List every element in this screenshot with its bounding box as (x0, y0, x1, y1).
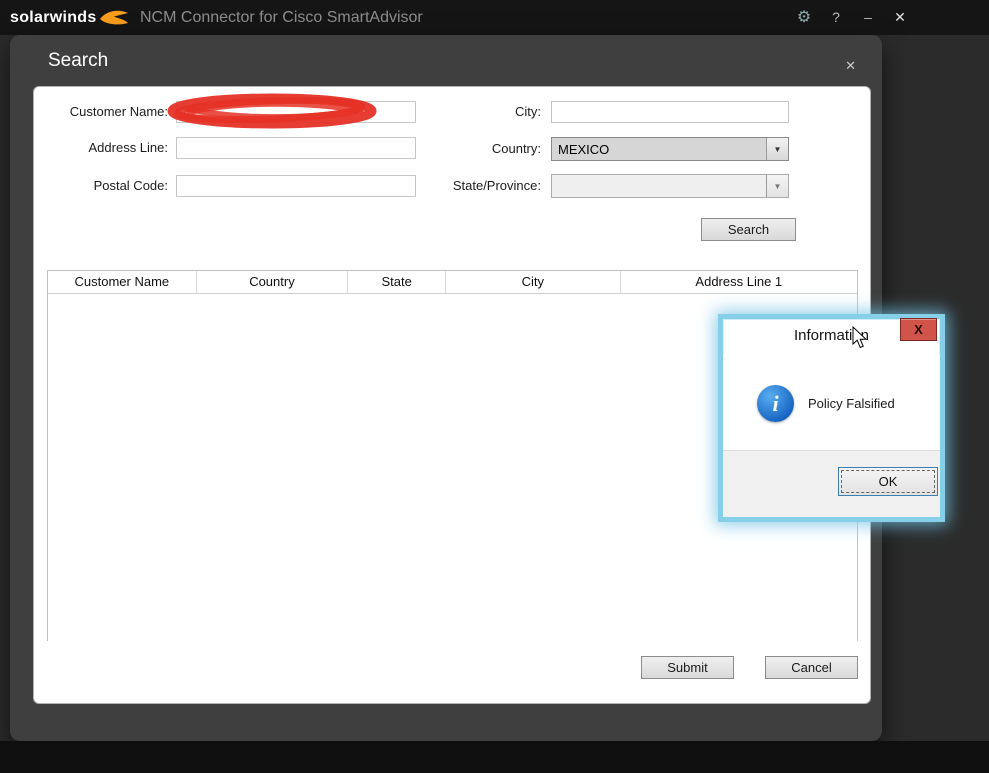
search-window-close-icon[interactable]: ✕ (845, 58, 856, 74)
state-province-dropdown[interactable]: ▼ (551, 174, 789, 198)
submit-button[interactable]: Submit (641, 656, 734, 679)
cancel-button[interactable]: Cancel (765, 656, 858, 679)
column-header-customer-name[interactable]: Customer Name (48, 271, 197, 293)
information-dialog-button-bar: OK (723, 450, 940, 517)
information-dialog: Information X i Policy Falsified OK (718, 314, 945, 522)
column-header-address-line-1[interactable]: Address Line 1 (621, 271, 857, 293)
column-header-state[interactable]: State (348, 271, 447, 293)
info-icon: i (757, 385, 794, 422)
results-table-header: Customer Name Country State City Address… (48, 271, 857, 294)
information-dialog-body: i Policy Falsified (723, 355, 940, 460)
window-controls: ⚙ ? – ✕ (795, 6, 909, 28)
information-dialog-message: Policy Falsified (808, 396, 895, 411)
close-icon[interactable]: ✕ (891, 9, 909, 26)
app-title: NCM Connector for Cisco SmartAdvisor (140, 9, 423, 26)
bottom-strip (0, 741, 989, 773)
country-dropdown[interactable]: MEXICO ▼ (551, 137, 789, 161)
city-label: City: (515, 104, 541, 119)
solarwinds-logo-text: solarwinds (10, 9, 97, 26)
address-line-label: Address Line: (88, 140, 169, 155)
postal-code-label: Postal Code: (93, 178, 168, 193)
country-dropdown-value: MEXICO (558, 141, 610, 157)
search-button[interactable]: Search (701, 218, 796, 241)
information-dialog-close-button[interactable]: X (900, 318, 937, 341)
solarwinds-swoosh-icon (99, 10, 128, 25)
column-header-country[interactable]: Country (197, 271, 349, 293)
column-header-city[interactable]: City (446, 271, 621, 293)
ok-button[interactable]: OK (838, 467, 938, 496)
state-province-label: State/Province: (452, 178, 541, 193)
country-label: Country: (491, 141, 541, 156)
desktop: solarwinds NCM Connector for Cisco Smart… (0, 0, 989, 773)
country-dropdown-arrow-icon[interactable]: ▼ (766, 138, 788, 160)
city-input[interactable] (551, 101, 789, 123)
gear-icon[interactable]: ⚙ (795, 7, 813, 27)
state-province-dropdown-arrow-icon[interactable]: ▼ (766, 175, 788, 197)
solarwinds-logo: solarwinds (10, 8, 129, 28)
customer-name-label: Customer Name: (69, 104, 168, 119)
app-titlebar: solarwinds NCM Connector for Cisco Smart… (0, 0, 989, 35)
help-icon[interactable]: ? (827, 9, 845, 25)
minimize-icon[interactable]: – (859, 9, 877, 25)
search-window-title: Search (48, 50, 109, 71)
